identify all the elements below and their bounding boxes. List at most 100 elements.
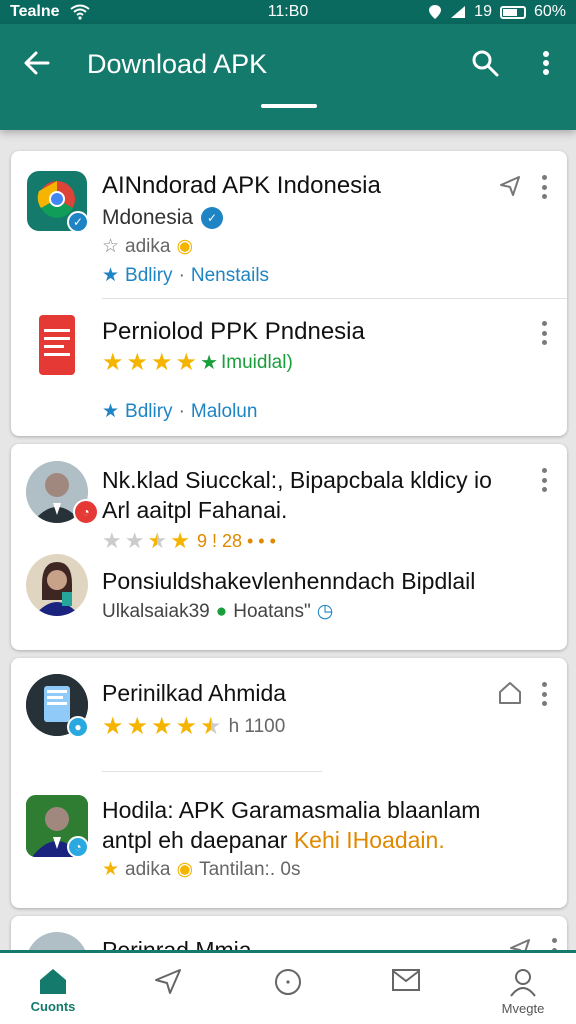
green-star-icon: ★	[200, 352, 218, 374]
meta-rating-label: Bdliry	[125, 401, 173, 422]
app-title[interactable]: Perinilkad Ahmida	[102, 679, 286, 707]
nav-mail[interactable]	[366, 967, 446, 993]
app-meta: ☆ adika ◉	[102, 235, 193, 259]
rating-text: h 1100	[228, 716, 286, 737]
star-icon: ★	[126, 713, 149, 740]
app-meta-secondary: ★ Bdliry · Nenstails	[102, 264, 269, 288]
star-half-icon: ★	[200, 713, 222, 740]
overflow-menu-icon[interactable]	[539, 321, 549, 345]
more-vert-icon[interactable]	[534, 48, 558, 78]
row-divider	[102, 298, 567, 299]
meta-installs-label: Malolun	[190, 401, 258, 422]
star-half-icon: ★	[147, 528, 168, 553]
star-icon: ★	[102, 349, 124, 376]
post-title[interactable]: Nk.klad Siucckal:, Bipapcbala kldicy io	[102, 466, 492, 494]
nav-send[interactable]	[128, 967, 208, 995]
rating-stars: ★ ★ ★ ★ ★ h 1100	[102, 714, 285, 740]
nav-chat[interactable]	[248, 967, 328, 997]
wifi-icon	[69, 4, 90, 20]
verified-badge: ●	[67, 716, 89, 738]
nav-profile[interactable]: Mvegte	[483, 967, 563, 1016]
home-icon	[40, 969, 66, 994]
status-bar: Tealne 11:B0 19 60%	[0, 0, 576, 24]
chat-icon	[275, 969, 301, 995]
meta-label: Ulkalsaiak39	[102, 601, 210, 622]
android-icon: ●	[215, 601, 228, 622]
app-title-line2: antpl eh daepanar Kehi IHoadain.	[102, 826, 445, 854]
battery-level: 60%	[533, 3, 566, 20]
star-outline-icon: ☆	[102, 236, 120, 257]
send-icon	[155, 969, 181, 994]
notification-badge: ◔	[73, 499, 99, 525]
app-meta: ★ Bdliry · Malolun	[102, 400, 257, 424]
app-card: ✓ AINndorad APK Indonesia Mdonesia ✓ ☆ a…	[11, 151, 567, 436]
meta-rating-label: Bdliry	[125, 265, 173, 286]
separator-dot: ·	[178, 265, 185, 286]
search-icon[interactable]	[470, 48, 500, 78]
title-line2-text: antpl eh daepanar	[102, 827, 288, 853]
battery-icon	[499, 5, 526, 19]
person-photo-icon	[26, 554, 88, 616]
overflow-menu-icon[interactable]	[539, 175, 549, 199]
star-icon: ★	[102, 265, 120, 286]
coin-icon: ◉	[176, 236, 194, 257]
star-icon: ★	[175, 713, 198, 740]
post-title-line2: Arl aaitpl Fahanai.	[102, 497, 288, 523]
app-meta: ★ adika ◉ Tantilan:. 0s	[102, 858, 300, 882]
star-icon: ★	[102, 401, 120, 422]
coin-icon: ◉	[176, 859, 194, 880]
profile-icon	[510, 969, 536, 997]
app-title[interactable]: Perniolod PPK Pndnesia	[102, 318, 365, 346]
home-outline-icon[interactable]	[497, 680, 523, 706]
tab-indicator	[261, 104, 317, 108]
document-icon	[39, 315, 75, 375]
star-empty-icon: ★	[102, 528, 122, 553]
pin-icon[interactable]	[497, 173, 523, 199]
star-icon: ★	[126, 349, 149, 376]
verified-badge: ◔	[67, 836, 89, 858]
app-bar: Download APK	[0, 24, 576, 130]
rating-stars: ★ ★ ★ ★ 9 ! 28 • • •	[102, 528, 276, 554]
document-app-icon[interactable]	[31, 313, 81, 377]
star-icon: ★	[151, 349, 173, 376]
meta-installs-label: Nenstails	[190, 265, 270, 286]
mail-icon	[392, 969, 420, 991]
meta-label: Hoatans"	[233, 601, 311, 622]
verified-icon: ✓	[201, 207, 224, 229]
title-line2-highlight: Kehi IHoadain.	[293, 827, 445, 853]
verified-badge: ✓	[67, 211, 89, 233]
app-developer: Mdonesia ✓	[102, 205, 224, 231]
avatar[interactable]	[26, 554, 88, 616]
post-meta: Ulkalsaiak39 ● Hoatans" ◷	[102, 600, 333, 624]
page-title: Download APK	[87, 49, 268, 79]
star-icon: ★	[170, 528, 190, 553]
clock-icon: ◷	[316, 601, 334, 622]
nav-home[interactable]: Cuonts	[13, 967, 93, 1014]
bottom-navigation: Cuonts Mvegte	[0, 950, 576, 1024]
back-arrow-icon[interactable]	[22, 48, 52, 78]
meta-label: Tantilan:. 0s	[199, 859, 301, 880]
developer-name: Mdonesia	[102, 206, 194, 229]
rating-note: Imuidlal)	[221, 352, 293, 373]
app-title[interactable]: Hodila: APK Garamasmalia blaanlam	[102, 796, 480, 824]
carrier-label: Tealne	[10, 3, 60, 20]
app-title[interactable]: AINndorad APK Indonesia	[102, 172, 381, 200]
separator-dot: ·	[178, 401, 185, 422]
overflow-menu-icon[interactable]	[539, 682, 549, 706]
star-icon: ★	[102, 713, 124, 740]
nav-profile-label: Mvegte	[501, 1001, 545, 1016]
post-title[interactable]: Ponsiuldshakevlenhenndach Bipdlail	[102, 567, 475, 595]
meta-label: adika	[125, 236, 171, 257]
rating-text: 9 ! 28 • • •	[196, 531, 276, 551]
app-card: ● Perinilkad Ahmida ★ ★ ★ ★ ★ h 1100 ◔ H…	[11, 658, 567, 908]
location-icon	[429, 5, 442, 19]
row-divider	[102, 771, 322, 772]
star-empty-icon: ★	[124, 528, 145, 553]
nav-home-label: Cuonts	[30, 999, 76, 1014]
star-icon: ★	[102, 859, 120, 880]
rating-stars: ★ ★ ★ ★ ★ Imuidlal)	[102, 350, 293, 376]
app-card: ◔ Nk.klad Siucckal:, Bipapcbala kldicy i…	[11, 444, 567, 650]
meta-label: adika	[125, 859, 171, 880]
star-icon: ★	[151, 713, 173, 740]
overflow-menu-icon[interactable]	[539, 468, 549, 492]
